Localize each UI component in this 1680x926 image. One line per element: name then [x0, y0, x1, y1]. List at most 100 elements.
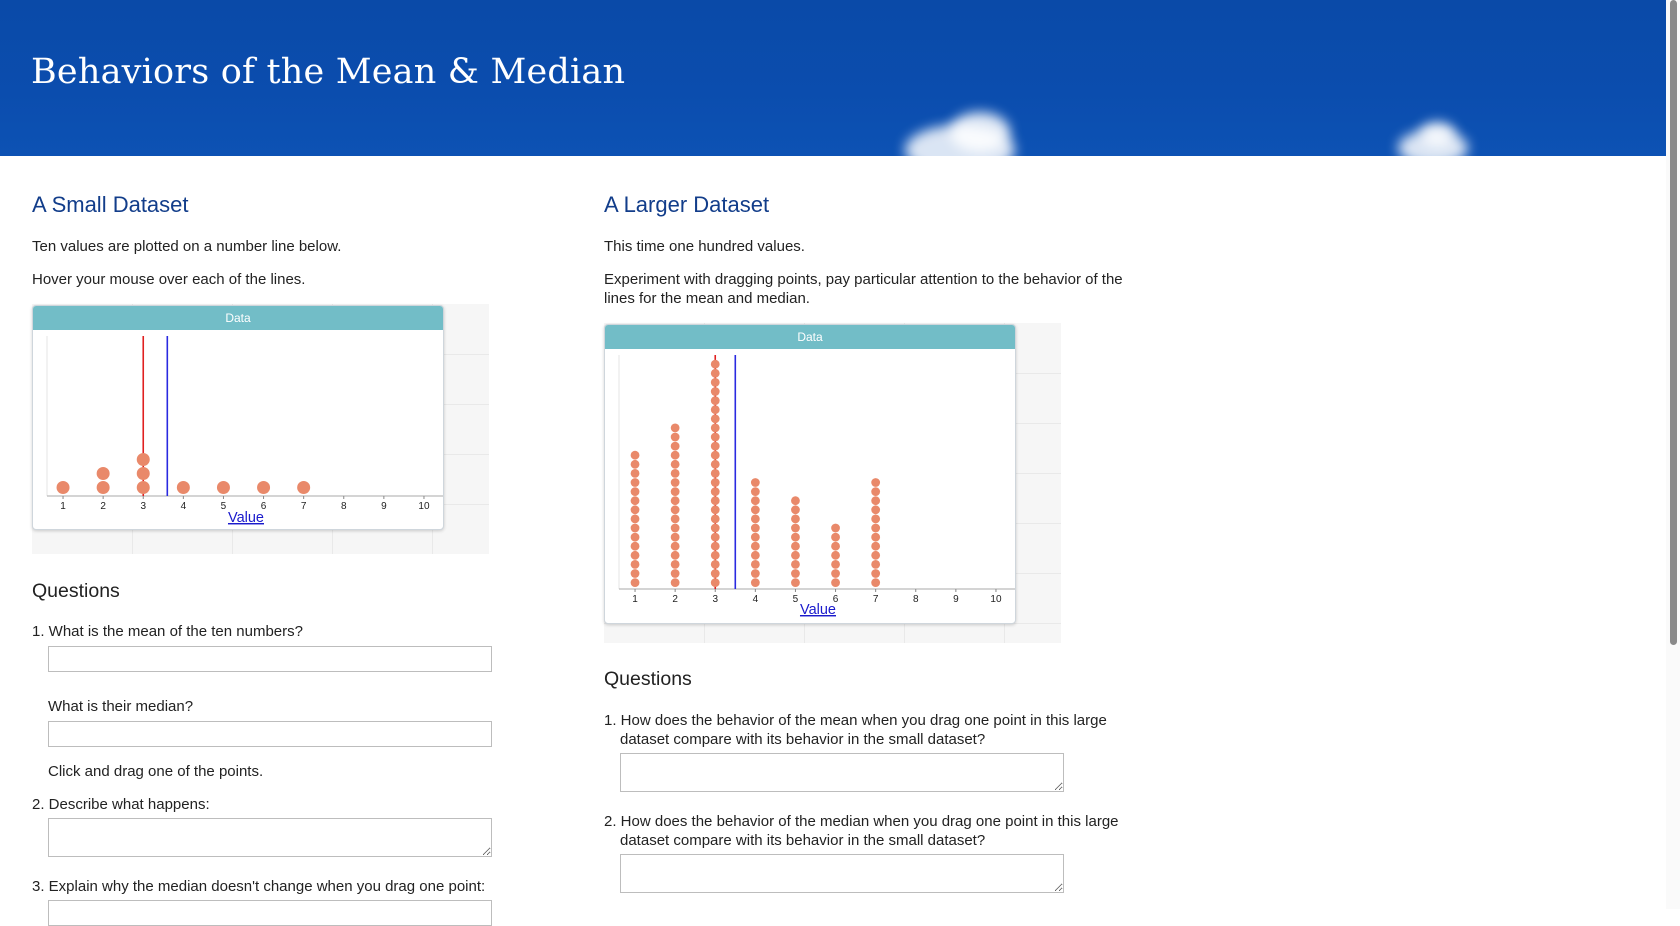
data-point[interactable]	[750, 532, 760, 542]
data-point[interactable]	[257, 481, 271, 494]
data-point[interactable]	[710, 469, 720, 478]
data-point[interactable]	[871, 569, 881, 578]
data-point[interactable]	[871, 532, 881, 542]
data-point[interactable]	[710, 405, 720, 415]
data-point[interactable]	[791, 514, 800, 524]
data-point[interactable]	[630, 578, 640, 587]
data-point[interactable]	[670, 459, 680, 469]
data-point[interactable]	[710, 432, 720, 442]
data-point[interactable]	[871, 487, 881, 496]
data-point[interactable]	[710, 532, 720, 542]
data-point[interactable]	[710, 368, 720, 378]
data-point[interactable]	[670, 441, 680, 451]
data-point[interactable]	[871, 505, 881, 515]
data-point[interactable]	[630, 523, 640, 533]
data-point[interactable]	[750, 550, 760, 560]
small-dataset-plot[interactable]: 1 2 3 4 5 6 7 8 9 10 Value	[33, 306, 443, 529]
data-point[interactable]	[710, 487, 720, 496]
data-point[interactable]	[670, 432, 680, 442]
data-point[interactable]	[710, 459, 720, 469]
data-point[interactable]	[831, 569, 840, 578]
x-axis-label[interactable]: Value	[228, 510, 264, 526]
data-point[interactable]	[750, 560, 760, 569]
data-point[interactable]	[136, 453, 150, 466]
data-point[interactable]	[871, 550, 881, 560]
data-point[interactable]	[831, 541, 840, 551]
explain-answer-input[interactable]	[48, 900, 492, 926]
data-point[interactable]	[750, 578, 760, 587]
data-point[interactable]	[871, 560, 881, 569]
data-point[interactable]	[710, 441, 720, 451]
data-point[interactable]	[710, 496, 720, 506]
data-point[interactable]	[791, 569, 800, 578]
data-point[interactable]	[670, 496, 680, 506]
data-point[interactable]	[630, 505, 640, 515]
data-point[interactable]	[630, 541, 640, 551]
data-point[interactable]	[791, 578, 800, 587]
data-point[interactable]	[136, 481, 150, 494]
large-dataset-graph[interactable]: Data 1 2 3 4 5 6 7 8 9 10 Value	[604, 324, 1016, 624]
data-point[interactable]	[750, 569, 760, 578]
data-point[interactable]	[710, 359, 720, 369]
data-point[interactable]	[670, 532, 680, 542]
data-point[interactable]	[630, 550, 640, 560]
median-answer-input[interactable]	[48, 721, 492, 747]
data-point[interactable]	[670, 560, 680, 569]
scrollbar-thumb[interactable]	[1670, 0, 1677, 645]
data-point[interactable]	[670, 514, 680, 524]
mean-behavior-textarea[interactable]	[620, 753, 1064, 792]
data-point[interactable]	[791, 560, 800, 569]
describe-answer-textarea[interactable]	[48, 818, 492, 857]
data-point[interactable]	[871, 578, 881, 587]
data-point[interactable]	[831, 578, 840, 587]
data-point[interactable]	[750, 541, 760, 551]
data-point[interactable]	[670, 423, 680, 433]
data-point[interactable]	[710, 541, 720, 551]
data-point[interactable]	[871, 478, 881, 487]
data-point[interactable]	[871, 496, 881, 506]
data-point[interactable]	[630, 532, 640, 542]
data-point[interactable]	[670, 487, 680, 496]
data-point[interactable]	[670, 569, 680, 578]
data-point[interactable]	[630, 469, 640, 478]
data-point[interactable]	[96, 481, 110, 494]
data-point[interactable]	[750, 487, 760, 496]
data-point[interactable]	[710, 387, 720, 396]
data-point[interactable]	[630, 496, 640, 506]
data-point[interactable]	[630, 459, 640, 469]
data-point[interactable]	[791, 505, 800, 515]
data-point[interactable]	[710, 378, 720, 387]
data-point[interactable]	[670, 469, 680, 478]
data-point[interactable]	[871, 541, 881, 551]
data-point[interactable]	[831, 560, 840, 569]
data-point[interactable]	[56, 481, 70, 494]
data-point[interactable]	[831, 532, 840, 542]
data-point[interactable]	[630, 487, 640, 496]
data-point[interactable]	[710, 578, 720, 587]
data-point[interactable]	[831, 523, 840, 533]
data-point[interactable]	[670, 450, 680, 460]
data-point[interactable]	[750, 496, 760, 506]
data-point[interactable]	[750, 505, 760, 515]
data-point[interactable]	[710, 514, 720, 524]
data-point[interactable]	[216, 481, 230, 494]
small-dataset-graph[interactable]: Data 1 2 3 4 5 6 7 8 9 10 Value	[32, 305, 444, 530]
data-point[interactable]	[831, 550, 840, 560]
data-point[interactable]	[791, 550, 800, 560]
data-point[interactable]	[670, 541, 680, 551]
data-point[interactable]	[630, 450, 640, 460]
data-point[interactable]	[670, 505, 680, 515]
data-point[interactable]	[791, 523, 800, 533]
data-point[interactable]	[750, 523, 760, 533]
data-point[interactable]	[710, 523, 720, 533]
large-dataset-plot[interactable]: 1 2 3 4 5 6 7 8 9 10 Value	[605, 325, 1015, 623]
data-point[interactable]	[791, 541, 800, 551]
data-point[interactable]	[710, 560, 720, 569]
data-point[interactable]	[710, 423, 720, 433]
data-point[interactable]	[710, 478, 720, 487]
data-point[interactable]	[297, 481, 311, 494]
data-point[interactable]	[136, 467, 150, 480]
data-point[interactable]	[710, 396, 720, 405]
data-point[interactable]	[630, 514, 640, 524]
data-point[interactable]	[96, 467, 110, 480]
